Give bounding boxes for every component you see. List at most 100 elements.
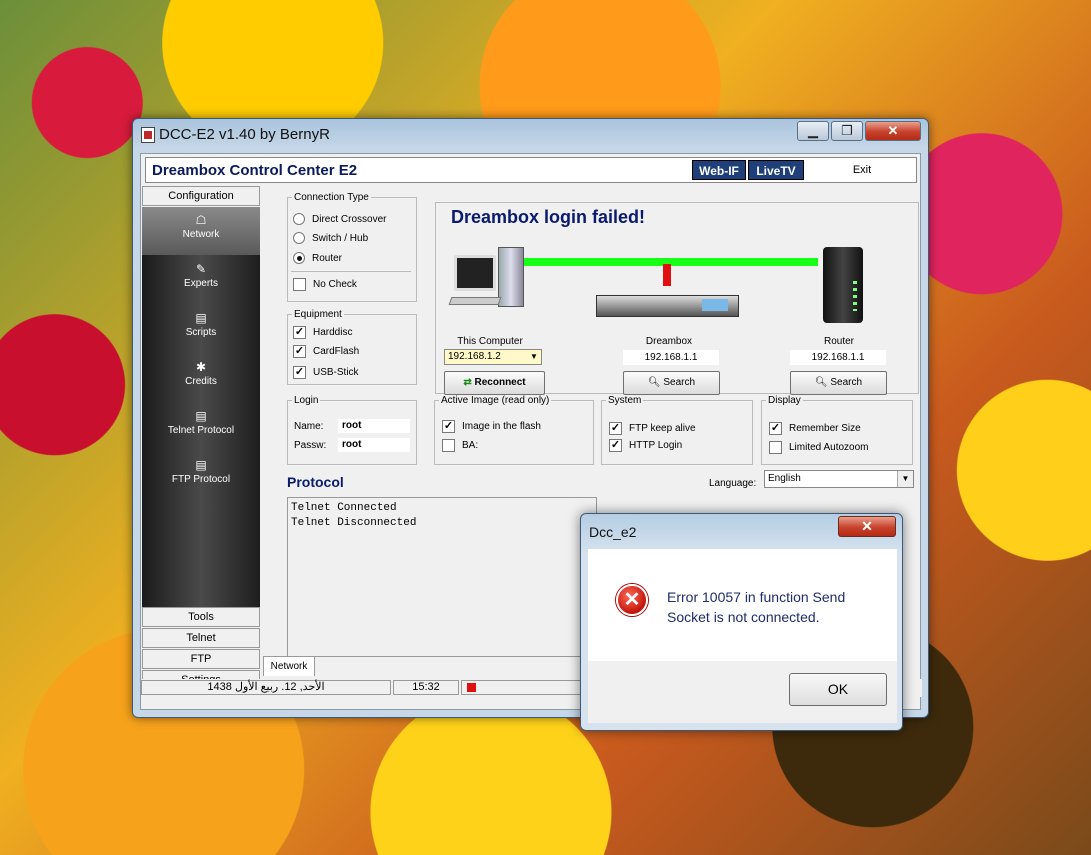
checkbox-label: CardFlash [313, 346, 360, 357]
dialog-title: Dcc_e2 [589, 524, 637, 540]
reconnect-icon: ⇄ [463, 377, 472, 388]
dialog-footer: OK [588, 661, 897, 723]
sidebar-item-label: Scripts [185, 327, 217, 338]
dreambox-label: Dreambox [645, 336, 693, 347]
radio-router[interactable]: Router [293, 252, 342, 264]
document-icon: ▤ [195, 311, 207, 325]
equipment-legend: Equipment [294, 309, 342, 320]
limited-autozoom-checkbox[interactable]: Limited Autozoom [769, 441, 869, 454]
checkbox-box: ✓ [769, 422, 782, 435]
protocol-title: Protocol [287, 474, 344, 490]
chevron-down-icon: ▼ [897, 471, 913, 487]
login-status-title: Dreambox login failed! [451, 207, 646, 227]
chevron-down-icon: ▼ [530, 352, 538, 361]
computer-ip-select[interactable]: 192.168.1.2 ▼ [444, 349, 542, 365]
no-check-checkbox[interactable]: No Check [293, 278, 357, 291]
language-select[interactable]: English ▼ [764, 470, 914, 488]
image-in-flash-checkbox[interactable]: ✓ Image in the flash [442, 420, 541, 433]
ftp-keep-alive-checkbox[interactable]: ✓ FTP keep alive [609, 422, 696, 435]
sidebar-item-label: Telnet Protocol [167, 425, 235, 436]
maximize-button[interactable]: ❐ [831, 121, 863, 141]
reconnect-button[interactable]: ⇄ Reconnect [444, 371, 545, 395]
http-login-checkbox[interactable]: ✓ HTTP Login [609, 439, 682, 452]
error-dialog: Dcc_e2 ✕ ✕ Error 10057 in function Send … [580, 513, 903, 731]
router-ip: 192.168.1.1 [790, 350, 886, 365]
error-line-1: Error 10057 in function Send [667, 589, 846, 605]
checkbox-label: Limited Autozoom [789, 442, 869, 453]
radio-direct-crossover[interactable]: Direct Crossover [293, 213, 386, 225]
name-label: Name: [294, 421, 324, 432]
sidebar-tab-ftp[interactable]: FTP [142, 649, 260, 669]
passw-label: Passw: [294, 440, 327, 451]
sidebar-tab-tools[interactable]: Tools [142, 607, 260, 627]
experts-icon: ✎ [195, 262, 207, 276]
computer-ip-value: 192.168.1.2 [448, 351, 501, 362]
name-input[interactable]: root [338, 419, 410, 433]
dreambox-icon [596, 291, 741, 323]
error-line-2: Socket is not connected. [667, 609, 820, 625]
sidebar-item-scripts[interactable]: ▤ Scripts [142, 305, 260, 353]
status-indicator [467, 683, 476, 692]
checkbox-label: BA: [462, 440, 479, 451]
connection-error-line [663, 264, 671, 286]
dialog-body: ✕ Error 10057 in function Send Socket is… [588, 549, 897, 661]
sidebar: Configuration ☖ Network ✎ Experts ▤ Scri… [141, 186, 261, 690]
app-title: Dreambox Control Center E2 [152, 162, 358, 179]
remember-size-checkbox[interactable]: ✓ Remember Size [769, 422, 861, 435]
display-legend: Display [768, 395, 801, 406]
dreambox-search-button[interactable]: 🔍︎ Search [623, 371, 720, 395]
credits-icon: ✱ [195, 360, 207, 374]
dreambox-ip: 192.168.1.1 [623, 350, 719, 365]
router-search-button[interactable]: 🔍︎ Search [790, 371, 887, 395]
checkbox-label: FTP keep alive [629, 423, 696, 434]
webif-button[interactable]: Web-IF [692, 160, 746, 180]
sidebar-item-label: FTP Protocol [171, 474, 231, 485]
sidebar-item-network[interactable]: ☖ Network [142, 207, 260, 255]
network-panel: Dreambox login failed! This Computer Dre… [435, 202, 919, 395]
cardflash-checkbox[interactable]: ✓ CardFlash [293, 345, 359, 358]
livetv-button[interactable]: LiveTV [748, 160, 804, 180]
error-icon: ✕ [616, 584, 648, 616]
ba-checkbox[interactable]: BA: [442, 439, 478, 452]
protocol-log[interactable]: Telnet Connected Telnet Disconnected [287, 497, 597, 657]
document-icon: ▤ [195, 458, 207, 472]
document-icon: ▤ [195, 409, 207, 423]
checkbox-label: USB-Stick [313, 367, 359, 378]
sidebar-tab-telnet[interactable]: Telnet [142, 628, 260, 648]
reconnect-label: Reconnect [474, 377, 526, 388]
sidebar-item-ftp-protocol[interactable]: ▤ FTP Protocol [142, 452, 260, 500]
usb-stick-checkbox[interactable]: ✓ USB-Stick [293, 366, 359, 379]
ok-button[interactable]: OK [789, 673, 887, 706]
exit-button[interactable]: Exit [810, 160, 914, 180]
dialog-close-button[interactable]: ✕ [838, 516, 896, 537]
sidebar-item-label: Network [182, 229, 220, 240]
sidebar-item-telnet-protocol[interactable]: ▤ Telnet Protocol [142, 403, 260, 451]
language-label: Language: [709, 478, 757, 489]
tab-network[interactable]: Network [263, 656, 315, 676]
password-input[interactable]: root [338, 438, 410, 452]
login-legend: Login [294, 395, 319, 406]
connection-type-legend: Connection Type [294, 192, 369, 203]
harddisc-checkbox[interactable]: ✓ Harddisc [293, 326, 352, 339]
minimize-button[interactable]: ▁ [797, 121, 829, 141]
checkbox-label: HTTP Login [629, 440, 683, 451]
status-date: الأحد, 12. ربيع الأول 1438 [141, 680, 391, 695]
search-label: Search [830, 377, 863, 388]
status-time: 15:32 [393, 680, 459, 695]
search-icon: 🔍︎ [647, 377, 661, 388]
radio-switch-hub[interactable]: Switch / Hub [293, 232, 368, 244]
radio-label: Router [312, 252, 343, 264]
checkbox-box [293, 278, 306, 291]
sidebar-item-credits[interactable]: ✱ Credits [142, 354, 260, 402]
sidebar-item-experts[interactable]: ✎ Experts [142, 256, 260, 304]
sidebar-menu: ☖ Network ✎ Experts ▤ Scripts ✱ Credits … [142, 207, 260, 607]
active-image-legend: Active Image (read only) [441, 395, 550, 406]
checkbox-box: ✓ [293, 345, 306, 358]
this-computer-label: This Computer [457, 336, 523, 347]
checkbox-box [442, 439, 455, 452]
close-button[interactable]: ✕ [865, 121, 921, 141]
sidebar-tab-configuration[interactable]: Configuration [142, 186, 260, 206]
checkbox-box: ✓ [293, 366, 306, 379]
network-icon: ☖ [195, 213, 207, 227]
radio-dot-selected [293, 252, 305, 264]
